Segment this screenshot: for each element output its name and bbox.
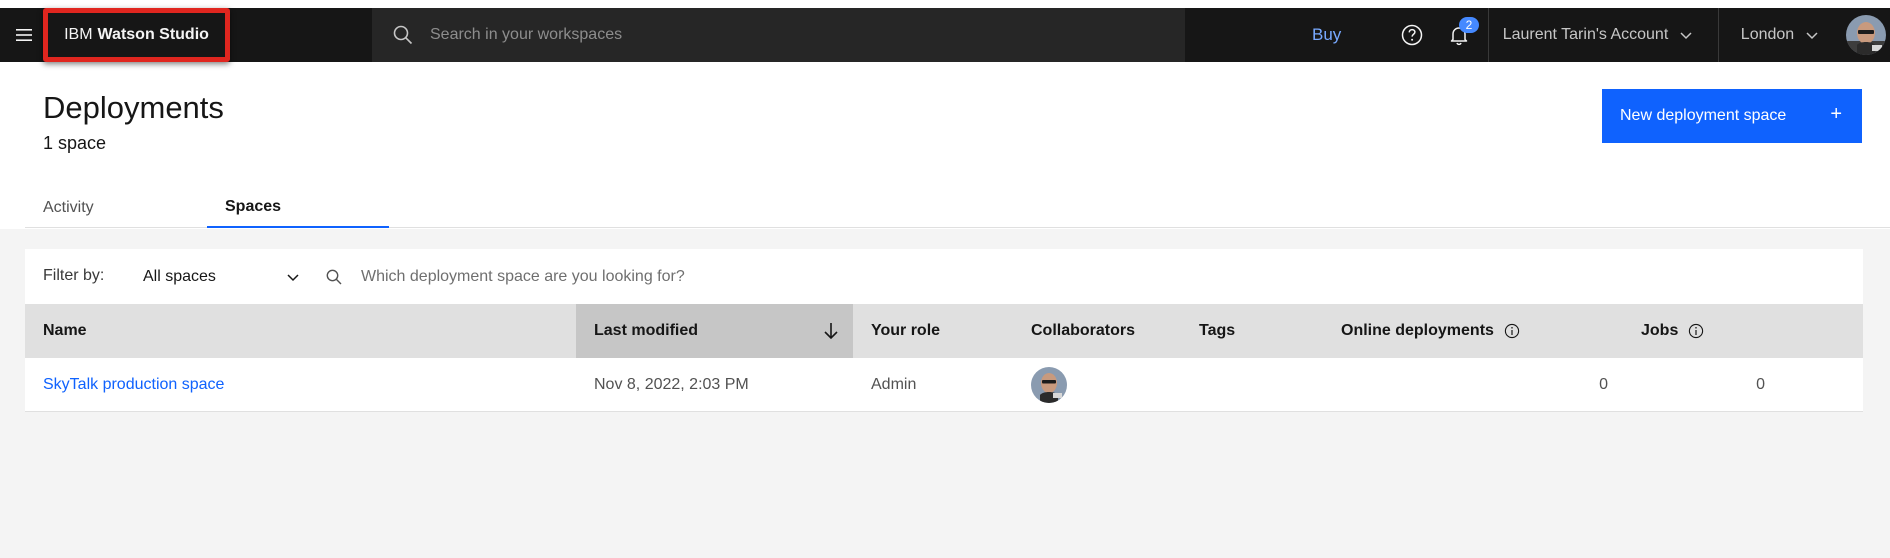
chevron-down-icon [1680, 32, 1692, 40]
global-search[interactable] [372, 8, 1185, 62]
column-header-collaborators[interactable]: Collaborators [1015, 304, 1185, 358]
arrow-down-icon [824, 323, 838, 340]
brand-prefix: IBM [64, 26, 93, 43]
space-search[interactable] [325, 259, 1225, 295]
info-icon[interactable] [1688, 323, 1704, 339]
column-header-jobs[interactable]: Jobs [1623, 304, 1863, 358]
avatar-image [1846, 15, 1886, 55]
notifications-button[interactable]: 2 [1432, 8, 1486, 62]
region-switcher[interactable]: London [1718, 8, 1842, 62]
space-count: 1 space [43, 133, 107, 153]
table-row[interactable]: SkyTalk production space Nov 8, 2022, 2:… [25, 358, 1863, 412]
column-header-online-deployments[interactable]: Online deployments [1323, 304, 1623, 358]
column-header-tags[interactable]: Tags [1185, 304, 1323, 358]
chevron-down-icon [1806, 32, 1818, 40]
online-deployments-cell: 0 [1599, 376, 1608, 393]
avatar-image [1031, 367, 1067, 403]
hamburger-menu-icon [16, 29, 32, 41]
account-switcher[interactable]: Laurent Tarin's Account [1488, 8, 1708, 62]
buy-link[interactable]: Buy [1312, 8, 1341, 62]
product-name-link[interactable]: IBM Watson Studio [43, 8, 230, 62]
brand-product: Watson Studio [97, 26, 209, 43]
collaborators-cell [1031, 358, 1067, 412]
column-header-label: Last modified [594, 322, 699, 339]
notification-count-badge: 2 [1459, 17, 1479, 33]
column-header-label: Name [43, 322, 87, 339]
collaborator-avatar[interactable] [1031, 367, 1067, 403]
column-header-label: Online deployments [1341, 322, 1494, 339]
tab-spaces[interactable]: Spaces [207, 188, 389, 228]
filter-label: Filter by: [43, 267, 105, 284]
tab-activity[interactable]: Activity [25, 188, 207, 228]
search-icon [393, 25, 413, 45]
role-cell: Admin [871, 376, 917, 393]
jobs-cell: 0 [1756, 376, 1765, 393]
region-label: London [1740, 26, 1795, 43]
space-name-link[interactable]: SkyTalk production space [43, 358, 224, 412]
chevron-down-icon [287, 274, 299, 282]
last-modified-cell: Nov 8, 2022, 2:03 PM [594, 376, 749, 393]
column-header-label: Collaborators [1031, 322, 1136, 339]
filter-dropdown[interactable]: All spaces [143, 259, 313, 295]
help-button[interactable] [1385, 8, 1439, 62]
user-avatar[interactable] [1846, 15, 1886, 55]
column-header-last-modified[interactable]: Last modified [576, 304, 853, 358]
hamburger-menu-button[interactable] [0, 8, 48, 62]
filter-selected-value: All spaces [143, 268, 216, 285]
column-header-name[interactable]: Name [25, 304, 576, 358]
new-deployment-space-label: New deployment space [1620, 107, 1787, 124]
plus-icon: + [1830, 103, 1842, 125]
column-header-label: Tags [1199, 322, 1236, 339]
account-label: Laurent Tarin's Account [1502, 26, 1669, 43]
column-header-your-role[interactable]: Your role [853, 304, 1015, 358]
info-icon[interactable] [1504, 323, 1520, 339]
table-toolbar: Filter by: All spaces [25, 249, 1863, 304]
new-deployment-space-button[interactable]: New deployment space + [1602, 89, 1862, 143]
column-header-label: Your role [871, 322, 941, 339]
global-search-input[interactable] [430, 26, 1130, 44]
tab-list: Activity Spaces [25, 188, 1890, 228]
column-header-label: Jobs [1641, 322, 1679, 339]
search-icon [326, 269, 342, 285]
page-title: Deployments [43, 90, 224, 125]
spaces-table-panel: Filter by: All spaces Name Last modified [25, 249, 1863, 412]
top-navigation-bar: IBM Watson Studio Buy 2 Laurent Tarin's … [0, 8, 1890, 62]
help-icon [1401, 24, 1423, 46]
table-header: Name Last modified Your role Collaborato… [25, 304, 1863, 358]
space-search-input[interactable] [361, 268, 1161, 286]
